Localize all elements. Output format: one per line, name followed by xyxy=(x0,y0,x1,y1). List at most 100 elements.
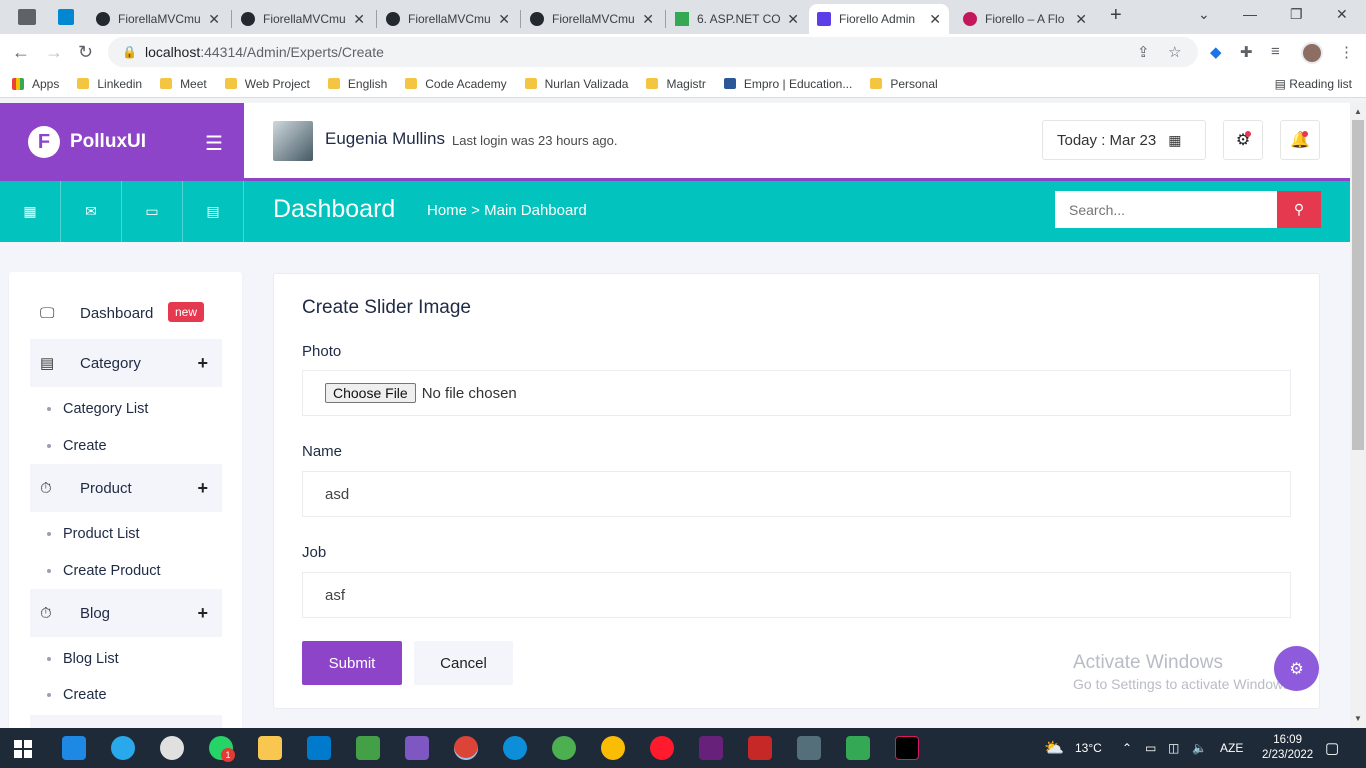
tab-search-icon[interactable]: ⌄ xyxy=(1198,6,1210,23)
sidebar-item-category[interactable]: ▤ Category + xyxy=(30,339,222,387)
close-icon[interactable]: ✕ xyxy=(787,11,799,28)
address-bar[interactable]: 🔒 localhost :44314/Admin/Experts/Create xyxy=(108,37,1198,67)
close-icon[interactable]: ✕ xyxy=(353,11,365,28)
sidebar-sub-category-list[interactable]: Category List xyxy=(47,401,148,417)
sidebar-item-dashboard[interactable]: 🖵 Dashboard new xyxy=(30,289,222,337)
page-scrollbar[interactable]: ▲ ▼ xyxy=(1350,103,1366,728)
bookmark-magistr[interactable]: Magistr xyxy=(646,77,706,91)
scroll-up-icon[interactable]: ▲ xyxy=(1354,107,1362,116)
windows-start-icon[interactable] xyxy=(14,740,32,758)
bookmark-linkedin[interactable]: Linkedin xyxy=(77,77,142,91)
telegram-icon[interactable] xyxy=(111,736,135,760)
google-drive-icon[interactable] xyxy=(846,736,870,760)
close-icon[interactable]: ✕ xyxy=(498,11,510,28)
scroll-down-icon[interactable]: ▼ xyxy=(1354,714,1362,723)
minimize-button[interactable]: — xyxy=(1243,6,1257,22)
sidebar-item-next[interactable] xyxy=(30,715,222,728)
close-icon[interactable]: ✕ xyxy=(208,11,220,28)
search-button[interactable]: ⚲ xyxy=(1277,191,1321,228)
expand-plus-icon[interactable]: + xyxy=(197,603,208,624)
clock[interactable]: 16:09 2/23/2022 xyxy=(1262,733,1313,763)
bookmark-web-project[interactable]: Web Project xyxy=(224,77,310,91)
chrome-profile-icon[interactable] xyxy=(552,736,576,760)
lock-icon[interactable]: 🔒 xyxy=(122,45,137,59)
brand-logo-icon[interactable]: F xyxy=(28,126,60,158)
sidebar-item-product[interactable]: ⏱ Product + xyxy=(30,464,222,512)
mail-app-icon[interactable] xyxy=(62,736,86,760)
bookmark-star-icon[interactable]: ☆ xyxy=(1168,43,1181,61)
job-field[interactable]: asf xyxy=(302,572,1291,618)
app-red-icon[interactable] xyxy=(748,736,772,760)
close-icon[interactable]: ✕ xyxy=(929,11,941,28)
tray-chevron-icon[interactable]: ⌃ xyxy=(1122,741,1132,755)
expand-plus-icon[interactable]: + xyxy=(197,353,208,374)
media-control-icon[interactable]: ≡ xyxy=(1271,43,1280,60)
brand-name[interactable]: PolluxUI xyxy=(70,131,146,153)
browser-tab[interactable]: FiorellaMVCmu ✕ xyxy=(233,4,373,34)
menu-icon[interactable]: ⋮ xyxy=(1339,43,1354,61)
browser-tab-active[interactable]: Fiorello Admin ✕ xyxy=(809,4,949,34)
window-close-button[interactable]: ✕ xyxy=(1336,6,1348,23)
scrollbar-thumb[interactable] xyxy=(1352,120,1364,450)
weather-icon[interactable]: ⛅ xyxy=(1044,738,1064,758)
user-avatar[interactable] xyxy=(273,121,313,161)
cancel-button[interactable]: Cancel xyxy=(414,641,513,685)
rider-icon[interactable] xyxy=(895,736,919,760)
close-icon[interactable]: ✕ xyxy=(1075,11,1087,28)
weather-temp[interactable]: 13°C xyxy=(1075,741,1102,755)
browser-tab[interactable]: Fiorello – A Flo ✕ xyxy=(955,4,1095,34)
sidebar-item-blog[interactable]: ⏱ Blog + xyxy=(30,589,222,637)
language-indicator[interactable]: AZE xyxy=(1220,741,1243,755)
bookmark-code-academy[interactable]: Code Academy xyxy=(405,77,507,91)
bookmark-english[interactable]: English xyxy=(327,77,387,91)
volume-icon[interactable]: 🔈 xyxy=(1192,741,1207,755)
theme-settings-fab[interactable]: ⚙ xyxy=(1274,646,1319,691)
back-icon[interactable]: ← xyxy=(12,42,30,63)
profile-avatar[interactable] xyxy=(1301,42,1323,64)
hamburger-menu-icon[interactable]: ☰ xyxy=(205,131,223,156)
bookmark-nurlan-valizada[interactable]: Nurlan Valizada xyxy=(524,77,628,91)
extensions-puzzle-icon[interactable]: ✚ xyxy=(1240,43,1253,61)
pinned-tab-icon[interactable] xyxy=(58,9,74,25)
reading-list[interactable]: ▤ Reading list xyxy=(1275,77,1352,91)
network-icon[interactable]: ◫ xyxy=(1168,741,1179,755)
battery-icon[interactable]: ▭ xyxy=(1145,741,1156,755)
bookmark-apps[interactable]: Apps xyxy=(12,77,59,91)
chrome-icon[interactable] xyxy=(454,736,478,760)
share-icon[interactable]: ⇪ xyxy=(1137,43,1150,61)
soccer-app-icon[interactable] xyxy=(160,736,184,760)
expand-plus-icon[interactable]: + xyxy=(197,478,208,499)
sidebar-sub-product-list[interactable]: Product List xyxy=(47,526,140,542)
notification-center-icon[interactable]: ▢ xyxy=(1325,739,1339,757)
sidebar-sub-create-product[interactable]: Create Product xyxy=(47,563,161,579)
quick-document-button[interactable]: ▤ xyxy=(183,181,244,242)
search-input[interactable] xyxy=(1055,191,1277,228)
restore-button[interactable]: ❐ xyxy=(1290,6,1303,23)
notifications-button[interactable]: 🔔 xyxy=(1280,120,1320,160)
bookmark-personal[interactable]: Personal xyxy=(870,77,938,91)
file-explorer-icon[interactable] xyxy=(258,736,282,760)
browser-tab[interactable]: FiorellaMVCmu ✕ xyxy=(522,4,662,34)
new-tab-button[interactable]: + xyxy=(1110,4,1122,27)
name-field[interactable]: asd xyxy=(302,471,1291,517)
opera-icon[interactable] xyxy=(650,736,674,760)
forward-icon[interactable]: → xyxy=(45,42,63,63)
edge-icon[interactable] xyxy=(503,736,527,760)
submit-button[interactable]: Submit xyxy=(302,641,402,685)
choose-file-button[interactable]: Choose File xyxy=(325,383,416,403)
sidebar-sub-category-create[interactable]: Create xyxy=(47,438,107,454)
bookmark-empro[interactable]: Empro | Education... xyxy=(723,77,852,91)
visual-studio-icon[interactable] xyxy=(405,736,429,760)
app-icon[interactable] xyxy=(356,736,380,760)
visual-studio-2-icon[interactable] xyxy=(699,736,723,760)
browser-tab[interactable]: FiorellaMVCmu ✕ xyxy=(378,4,518,34)
settings-button[interactable]: ⚙ xyxy=(1223,120,1263,160)
reload-icon[interactable]: ↻ xyxy=(78,42,93,63)
extension-icon[interactable]: ◆ xyxy=(1210,43,1222,61)
close-icon[interactable]: ✕ xyxy=(642,11,654,28)
tab-actions-icon[interactable] xyxy=(18,9,36,25)
chrome-alt-icon[interactable] xyxy=(601,736,625,760)
date-picker-button[interactable]: Today : Mar 23 ▦ xyxy=(1042,120,1206,160)
quick-calendar-button[interactable]: ▦ xyxy=(0,181,61,242)
quick-mail-button[interactable]: ✉ xyxy=(61,181,122,242)
